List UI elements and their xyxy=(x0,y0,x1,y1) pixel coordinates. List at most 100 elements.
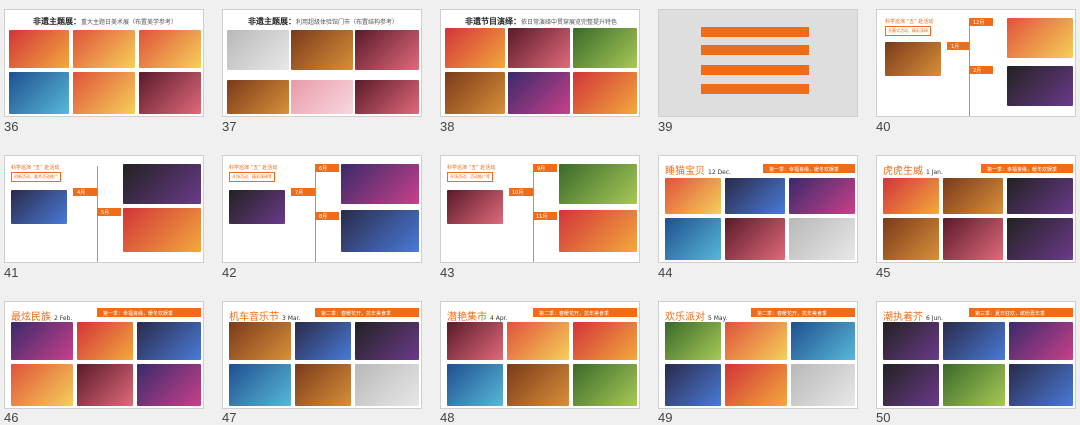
event-image xyxy=(507,364,569,406)
slide-thumbnail-40[interactable]: 科学巡演 “五” 赴活动 开幕式活动、精彩演绎 12月 1月 2月 xyxy=(876,9,1076,117)
slide-title: 潜艳集市 4 Apr. xyxy=(447,312,508,323)
slide-box: 开场活动、活动推广等 xyxy=(447,172,493,182)
exhibit-image xyxy=(291,80,353,114)
slide-thumbnail-44[interactable]: 睡猫宝贝 12 Dec. 第一季：幸福良缘，暖冬欢娱季 xyxy=(658,155,858,263)
event-image xyxy=(943,364,1005,406)
event-image xyxy=(943,178,1003,214)
slide-thumbnail-36[interactable]: 非遗主题展：重大主题日美术展（布置美学参考） xyxy=(4,9,204,117)
event-image xyxy=(725,322,787,360)
event-image xyxy=(559,164,637,204)
exhibit-image xyxy=(227,80,289,114)
event-image xyxy=(885,42,941,76)
month-label: 2月 xyxy=(973,68,982,74)
slide-number: 42 xyxy=(222,265,237,280)
exhibit-image xyxy=(291,30,353,70)
event-image xyxy=(725,364,787,406)
month-label: 8月 xyxy=(319,214,328,220)
month-label: 6月 xyxy=(319,166,328,172)
slide-thumbnail-48[interactable]: 潜艳集市 4 Apr. 第二季：春暖花开，抗年美食季 xyxy=(440,301,640,409)
slide-tag: 科学巡演 “五” 赴活动 xyxy=(229,165,278,171)
slide-number: 46 xyxy=(4,410,19,425)
exhibit-image xyxy=(9,30,69,68)
month-label: 10月 xyxy=(512,190,524,196)
event-image xyxy=(665,218,721,260)
slide-tag: 科学巡演 “五” 赴活动 xyxy=(885,19,934,25)
event-image xyxy=(11,364,73,406)
slide-thumbnail-46[interactable]: 最炫民族 2 Feb. 第一季：幸福良缘，暖冬欢娱季 xyxy=(4,301,204,409)
slide-thumbnail-41[interactable]: 科学巡演 “五” 赴活动 创新活动、美术活动推广 4月 5月 xyxy=(4,155,204,263)
exhibit-image xyxy=(73,72,135,114)
agenda-bar xyxy=(701,84,809,94)
event-image xyxy=(123,164,201,204)
slide-number: 37 xyxy=(222,119,237,134)
slide-number: 43 xyxy=(440,265,455,280)
exhibit-image xyxy=(227,30,289,70)
slide-thumbnail-47[interactable]: 机车音乐节 3 Mar. 第二季：春暖花开，抗年美食季 xyxy=(222,301,422,409)
slide-number: 48 xyxy=(440,410,455,425)
event-image xyxy=(11,322,73,360)
event-image xyxy=(943,218,1003,260)
slide-title: 潮执着芥 6 Jun. xyxy=(883,312,944,323)
slide-thumbnail-37[interactable]: 非遗主题展：利用超级体验馆门市（布置结构参考） xyxy=(222,9,422,117)
slide-title: 欢乐派对 5 May. xyxy=(665,312,728,323)
exhibit-image xyxy=(73,30,135,68)
slide-number: 40 xyxy=(876,119,891,134)
season-band-label: 第二季：春暖花开，抗年美食季 xyxy=(757,311,828,317)
slide-thumbnail-39[interactable] xyxy=(658,9,858,117)
slide-title: 非遗主题展：重大主题日美术展（布置美学参考） xyxy=(32,17,177,26)
event-image xyxy=(1007,66,1073,106)
slide-number: 47 xyxy=(222,410,237,425)
slide-thumbnail-42[interactable]: 科学巡演 “五” 赴活动 开场活动、精彩演绎等 6月 7月 8月 xyxy=(222,155,422,263)
slide-number: 36 xyxy=(4,119,19,134)
event-image xyxy=(295,322,351,360)
event-image xyxy=(883,364,939,406)
event-image xyxy=(573,364,637,406)
slide-thumbnail-45[interactable]: 虎虎生威 1 Jan. 第一季：幸福良缘，暖冬欢娱季 xyxy=(876,155,1076,263)
month-label: 5月 xyxy=(101,210,110,216)
event-image xyxy=(665,364,721,406)
slide-box: 创新活动、美术活动推广 xyxy=(11,172,61,182)
slide-thumbnail-43[interactable]: 科学巡演 “五” 赴活动 开场活动、活动推广等 9月 10月 11月 xyxy=(440,155,640,263)
performance-image xyxy=(445,28,505,68)
event-image xyxy=(1007,178,1073,214)
event-image xyxy=(447,190,503,224)
event-image xyxy=(573,322,637,360)
slide-tag: 科学巡演 “五” 赴活动 xyxy=(447,165,496,171)
event-image xyxy=(447,322,503,360)
slide-title: 最炫民族 2 Feb. xyxy=(11,312,73,323)
event-image xyxy=(791,322,855,360)
agenda-bar xyxy=(701,27,809,37)
month-label: 7月 xyxy=(295,190,304,196)
event-image xyxy=(137,364,201,406)
slide-thumbnail-38[interactable]: 非遗节目演绎：依日常演绎中贯穿展览完整提升特色 xyxy=(440,9,640,117)
exhibit-image xyxy=(139,72,201,114)
exhibit-image xyxy=(139,30,201,68)
event-image xyxy=(77,364,133,406)
performance-image xyxy=(508,28,570,68)
event-image xyxy=(789,178,855,214)
slide-number: 44 xyxy=(658,265,673,280)
event-image xyxy=(123,208,201,252)
slide-thumbnail-50[interactable]: 潮执着芥 6 Jun. 第三季：夏日狂欢，缤纷嘉年季 xyxy=(876,301,1076,409)
event-image xyxy=(295,364,351,406)
agenda-bar xyxy=(701,45,809,55)
event-image xyxy=(77,322,133,360)
event-image xyxy=(1007,18,1073,58)
exhibit-image xyxy=(9,72,69,114)
event-image xyxy=(447,364,503,406)
month-label: 12月 xyxy=(973,20,985,26)
performance-image xyxy=(573,28,637,68)
event-image xyxy=(507,322,569,360)
event-image xyxy=(11,190,67,224)
exhibit-image xyxy=(355,30,419,70)
slide-thumbnail-49[interactable]: 欢乐派对 5 May. 第二季：春暖花开，抗年美食季 xyxy=(658,301,858,409)
event-image xyxy=(137,322,201,360)
slide-box: 开场活动、精彩演绎等 xyxy=(229,172,275,182)
season-band-label: 第二季：春暖花开，抗年美食季 xyxy=(539,311,610,317)
performance-image xyxy=(508,72,570,114)
agenda-bar xyxy=(701,65,809,75)
event-image xyxy=(229,322,291,360)
season-band-label: 第二季：春暖花开，抗年美食季 xyxy=(321,311,392,317)
slide-title: 机车音乐节 3 Mar. xyxy=(229,312,301,323)
slide-number: 41 xyxy=(4,265,19,280)
